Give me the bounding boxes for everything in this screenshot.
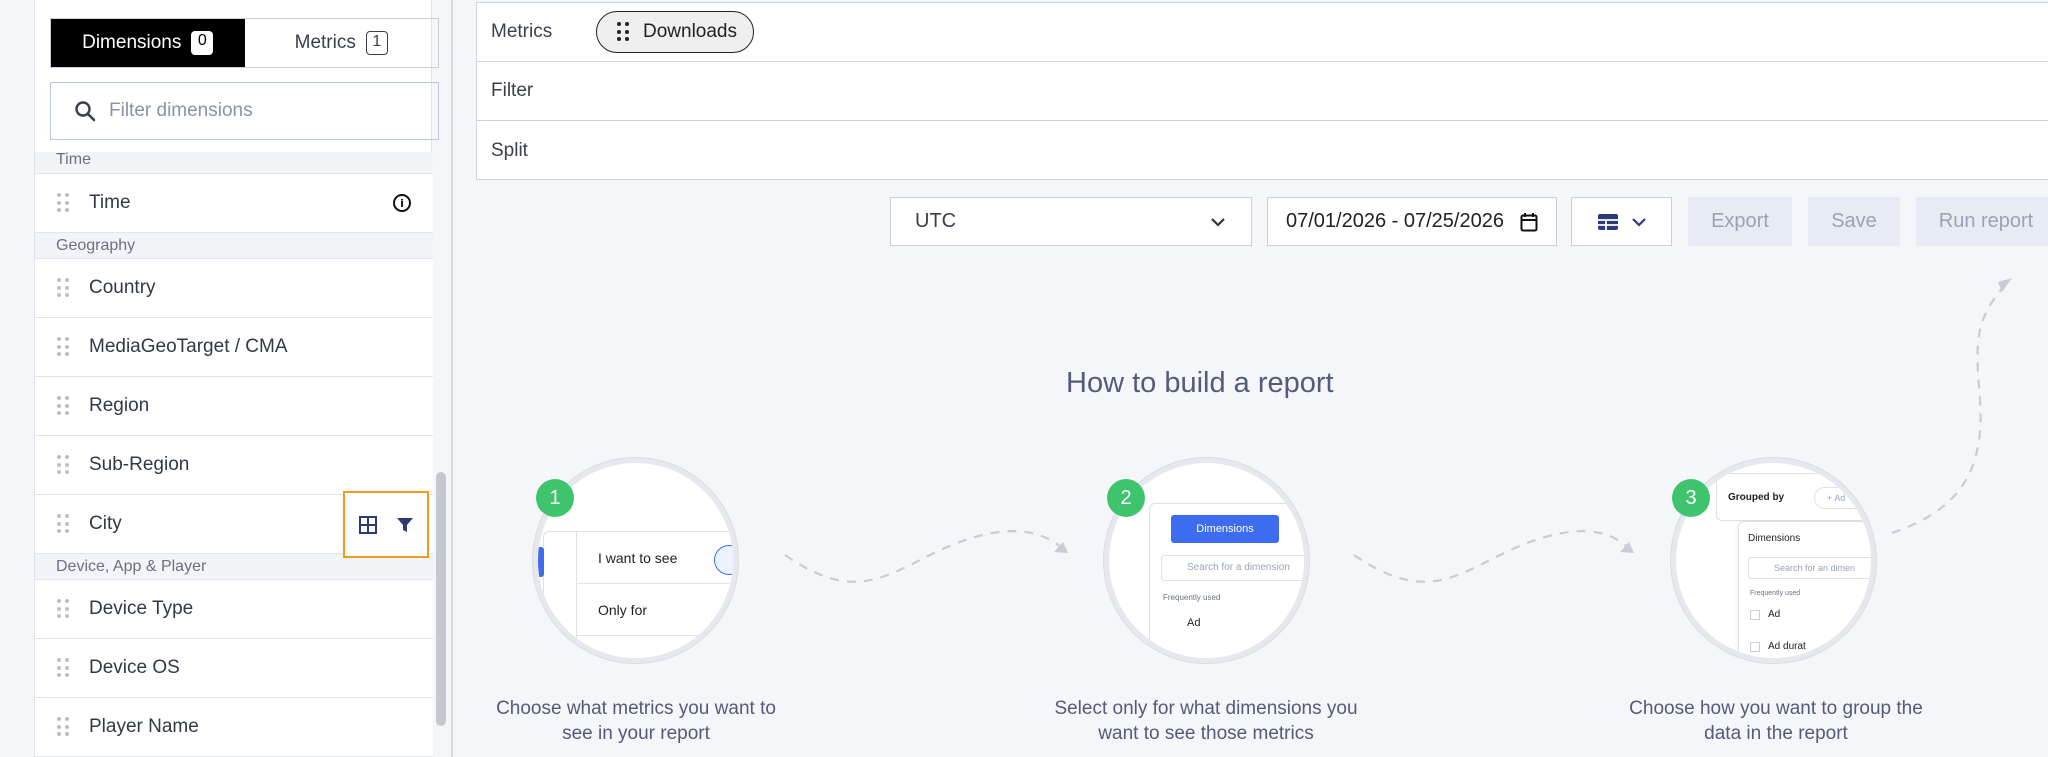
mock-item-2: Ad durat (1768, 641, 1806, 652)
step-3-badge: 3 (1672, 479, 1710, 517)
step-1-caption-line-2: see in your report (562, 723, 710, 744)
step-1-caption-line-1: Choose what metrics you want to (496, 698, 776, 719)
step-3-caption: Choose how you want to group the data in… (1606, 696, 1946, 746)
mock-dimensions-title: Dimensions (1748, 533, 1801, 544)
mock-add-pill: + Ad (1814, 487, 1871, 509)
mock-dimensions-button: Dimensions (1171, 515, 1279, 543)
step-3-caption-line-1: Choose how you want to group the (1629, 698, 1923, 719)
mock-section: Frequently used (1163, 593, 1221, 602)
step-2-badge: 2 (1107, 479, 1145, 517)
step-2-caption: Select only for what dimensions you want… (1036, 696, 1376, 746)
step-3-caption-line-2: data in the report (1704, 723, 1848, 744)
mock-item-1: Ad (1768, 609, 1781, 620)
mock-row-1-divider (576, 583, 733, 584)
mock-row-2: Only for (598, 602, 648, 618)
mock-checkbox (1750, 610, 1760, 620)
mock-search-text: Search for an dimen (1774, 563, 1856, 573)
mock-checkbox (1750, 642, 1760, 652)
mock-row-2-divider (576, 635, 733, 636)
mock-grouped-label: Grouped by (1728, 492, 1785, 503)
mock-grip-circle (714, 545, 733, 575)
step-1-badge: 1 (536, 479, 574, 517)
step-1-caption: Choose what metrics you want to see in y… (476, 696, 796, 746)
mock-search-text: Search for a dimension (1187, 562, 1290, 573)
mock-blue-tab (538, 547, 544, 577)
step-2-caption-line-1: Select only for what dimensions you (1054, 698, 1358, 719)
mock-section: Frequently used (1750, 590, 1801, 597)
step-2-caption-line-2: want to see those metrics (1098, 723, 1314, 744)
mock-item: Ad (1187, 617, 1201, 629)
mock-row-1: I want to see (598, 550, 678, 566)
